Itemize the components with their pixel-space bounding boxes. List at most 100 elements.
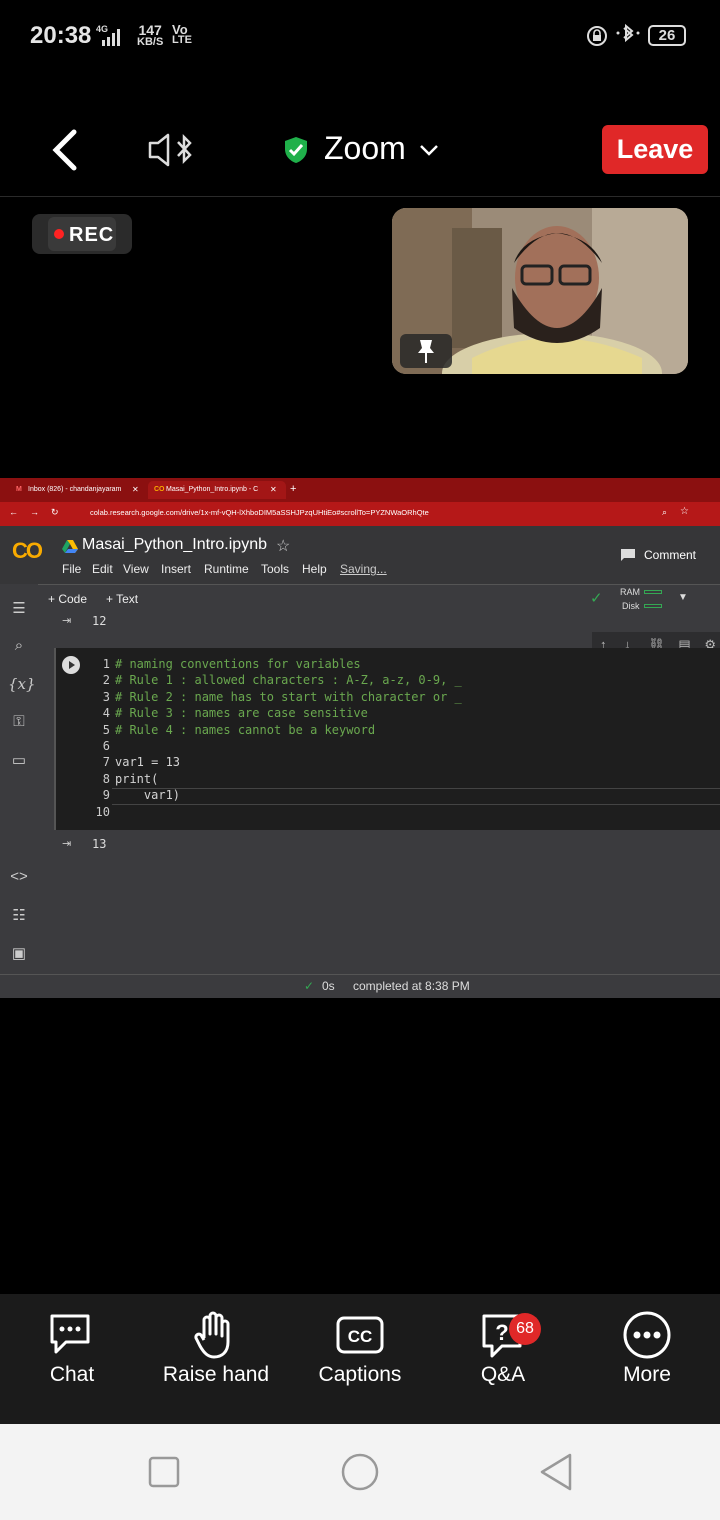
run-cell-button[interactable] [62, 656, 80, 674]
header-divider [0, 196, 720, 197]
code-snippets-icon[interactable]: <> [8, 868, 30, 890]
toolbar-divider [0, 584, 720, 585]
colab-favicon: CO [154, 486, 165, 493]
secrets-key-icon[interactable]: ⚿ [8, 713, 30, 735]
line-number: 7 [102, 755, 110, 770]
back-system-icon[interactable] [538, 1452, 574, 1492]
raise-hand-button[interactable]: Raise hand [146, 1363, 286, 1387]
line-number: 3 [102, 689, 110, 704]
cell-output: 13 [92, 837, 107, 851]
notebook-title[interactable]: Masai_Python_Intro.ipynb [82, 536, 267, 554]
chat-icon[interactable] [46, 1310, 96, 1360]
command-palette-icon[interactable]: ☷ [8, 906, 30, 928]
browser-tab-colab[interactable]: Masai_Python_Intro.ipynb - C [148, 481, 286, 499]
captions-icon[interactable]: CC [335, 1310, 385, 1360]
disk-label: Disk [622, 601, 640, 611]
current-line-highlight [112, 788, 720, 805]
code-line[interactable]: print( [115, 772, 158, 786]
drive-icon [62, 540, 78, 553]
back-nav-icon[interactable]: ← [9, 507, 18, 517]
network-indicator: 4G [96, 24, 120, 46]
code-line[interactable]: # naming conventions for variables [115, 657, 361, 671]
leave-button[interactable]: Leave [602, 125, 708, 174]
add-code-button[interactable]: + Code [48, 592, 87, 606]
home-icon[interactable] [340, 1452, 380, 1492]
code-line[interactable]: # Rule 3 : names are case sensitive [115, 706, 368, 720]
code-line[interactable]: # Rule 4 : names cannot be a keyword [115, 723, 375, 737]
zoom-lens-icon[interactable]: ⌕ [662, 507, 667, 518]
speaker-bluetooth-icon[interactable] [146, 130, 198, 170]
line-number: 4 [102, 706, 110, 721]
menu-view[interactable]: View [123, 562, 149, 576]
line-number: 6 [102, 739, 110, 753]
ram-label: RAM [620, 587, 640, 597]
rec-label: REC [69, 224, 115, 246]
search-icon[interactable]: ⌕ [8, 637, 30, 659]
svg-text:CC: CC [348, 1327, 373, 1346]
volte-bottom: LTE [172, 34, 192, 46]
url-text[interactable]: colab.research.google.com/drive/1x-mf-vQ… [90, 508, 429, 517]
volte-indicator: Vo LTE [172, 23, 192, 46]
code-line[interactable]: var1 = 13 [115, 755, 180, 769]
rec-dot-icon [54, 229, 64, 239]
files-folder-icon[interactable]: ▭ [8, 751, 30, 773]
output-toggle-icon[interactable]: ⇥ [62, 837, 71, 850]
line-number: 9 [102, 788, 110, 803]
output-toggle-icon[interactable]: ⇥ [62, 614, 71, 627]
qa-badge: 68 [509, 1313, 541, 1345]
line-number: 8 [102, 771, 110, 786]
exec-time: 0s [322, 979, 335, 993]
signal-icon [102, 29, 120, 46]
menu-help[interactable]: Help [302, 562, 327, 576]
status-divider [0, 974, 720, 975]
lock-rotation-icon [587, 26, 607, 46]
bookmark-star-icon[interactable]: ☆ [680, 506, 689, 517]
star-icon[interactable]: ☆ [276, 536, 290, 556]
menu-tools[interactable]: Tools [261, 562, 289, 576]
add-text-button[interactable]: + Text [106, 592, 138, 606]
reload-icon[interactable]: ↻ [51, 507, 59, 518]
tab-close-icon[interactable]: ✕ [270, 485, 277, 494]
pin-icon [418, 340, 434, 363]
recents-icon[interactable] [148, 1456, 180, 1488]
qa-button[interactable]: Q&A [433, 1363, 573, 1387]
saving-status: Saving... [340, 562, 387, 576]
speed-unit: KB/S [137, 36, 164, 48]
chat-button[interactable]: Chat [2, 1363, 142, 1387]
tab-close-icon[interactable]: ✕ [132, 485, 139, 494]
colab-logo[interactable]: CO [12, 538, 43, 564]
terminal-icon[interactable]: ▣ [8, 944, 30, 966]
comment-button[interactable]: Comment [644, 548, 696, 562]
pin-button[interactable] [400, 334, 452, 368]
resources-dropdown-icon[interactable]: ▼ [678, 592, 688, 603]
disk-bar [644, 604, 662, 608]
more-button[interactable]: More [577, 1363, 717, 1387]
gmail-icon: M [16, 486, 22, 493]
forward-nav-icon[interactable]: → [30, 507, 39, 517]
previous-output: 12 [92, 614, 107, 628]
status-time: 20:38 [30, 22, 92, 49]
shield-check-icon [285, 137, 307, 163]
code-line[interactable]: # Rule 2 : name has to start with charac… [115, 690, 462, 704]
network-speed: 147 KB/S [137, 23, 164, 48]
menu-runtime[interactable]: Runtime [204, 562, 249, 576]
menu-edit[interactable]: Edit [92, 562, 113, 576]
meeting-title[interactable]: Zoom [324, 130, 406, 167]
line-number: 2 [102, 673, 110, 688]
variables-icon[interactable]: {x} [8, 675, 36, 697]
browser-tab-inbox[interactable]: Inbox (826) - chandanjayaram [10, 481, 148, 499]
chevron-down-icon[interactable] [418, 140, 440, 160]
more-icon[interactable] [622, 1310, 672, 1360]
menu-insert[interactable]: Insert [161, 562, 191, 576]
tab-inbox-label: Inbox (826) - chandanjayaram [28, 486, 122, 493]
code-line[interactable]: # Rule 1 : allowed characters : A-Z, a-z… [115, 673, 462, 687]
back-icon[interactable] [48, 128, 82, 172]
comment-icon[interactable] [620, 548, 636, 562]
menu-file[interactable]: File [62, 562, 81, 576]
captions-button[interactable]: Captions [290, 1363, 430, 1387]
toc-icon[interactable]: ☰ [8, 599, 30, 621]
connected-check-icon: ✓ [590, 590, 603, 607]
raise-hand-icon[interactable] [190, 1310, 240, 1360]
new-tab-icon[interactable]: + [290, 483, 296, 495]
line-number: 10 [95, 804, 110, 819]
